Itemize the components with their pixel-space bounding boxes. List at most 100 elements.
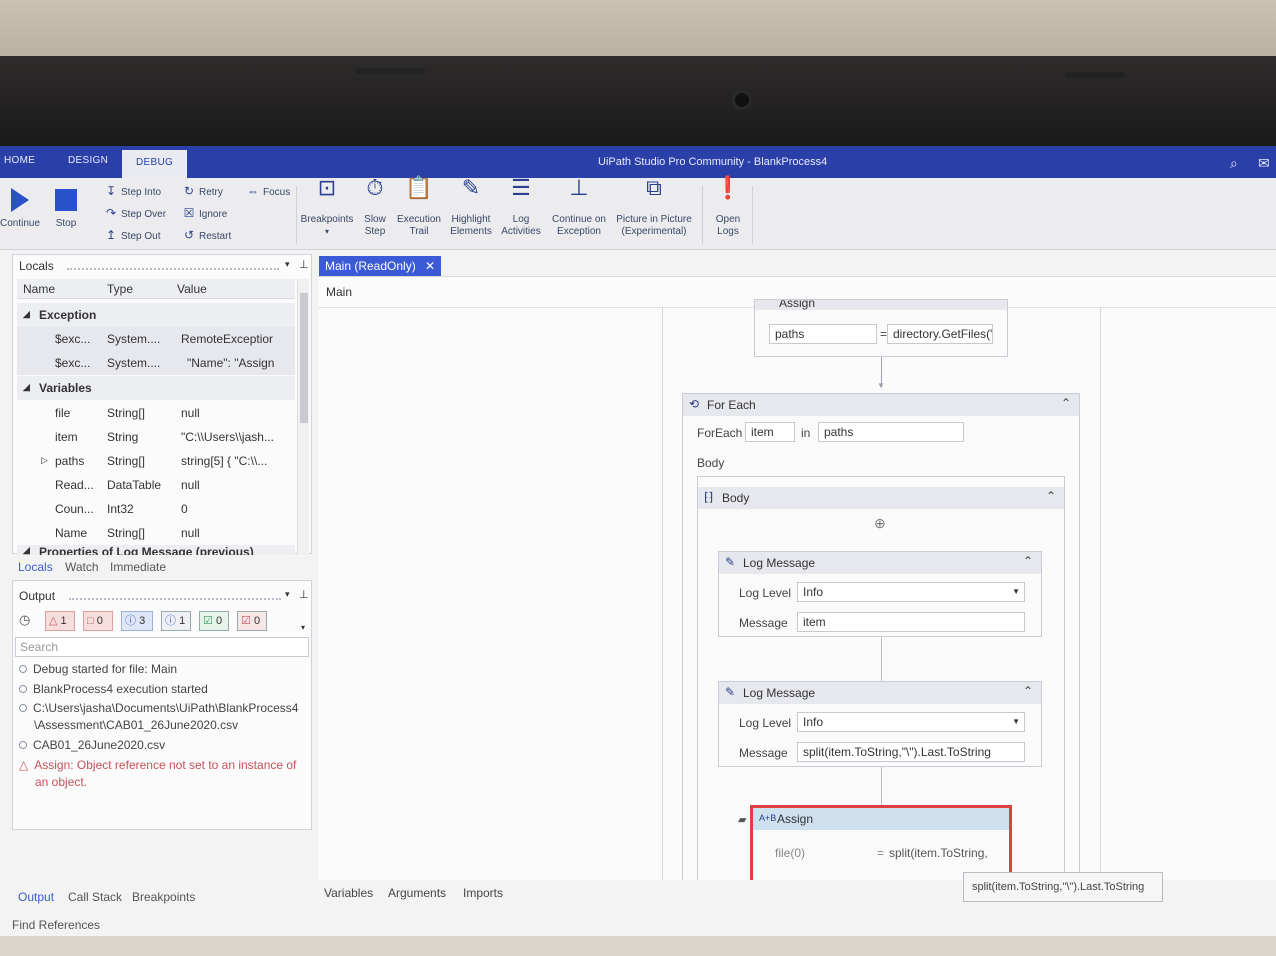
breakpoints-button[interactable]: ⊡ Breakpoints ▾ — [298, 175, 356, 238]
breadcrumb[interactable]: Main — [326, 285, 352, 299]
output-line[interactable]: BlankProcess4 execution started — [19, 681, 208, 698]
var-name: $exc... — [55, 356, 91, 370]
output-line[interactable]: CAB01_26June2020.csv — [19, 737, 165, 754]
continue-on-exception-button[interactable]: ⊥ Continue on Exception — [548, 177, 610, 238]
tab-main-readonly[interactable]: Main (ReadOnly) ✕ — [319, 256, 442, 276]
message-field[interactable]: split(item.ToString,"\").Last.ToString — [797, 742, 1025, 762]
assign-value-field[interactable]: directory.GetFiles(" — [887, 324, 993, 344]
log-activities-button[interactable]: ☰ Log Activities — [498, 177, 544, 238]
play-icon — [11, 188, 29, 212]
group-exception[interactable]: ◢ Exception — [17, 303, 295, 327]
column-type[interactable]: Type — [107, 282, 133, 296]
filter-failed[interactable]: ☑ 0 — [237, 611, 267, 631]
expand-icon[interactable]: ▷ — [41, 455, 48, 466]
assign-to-field[interactable]: paths — [769, 324, 877, 344]
body-sequence[interactable]: ⁅⁆ Body ⌃ ⊕ ✎ Log Message ⌃ Log Level In… — [697, 476, 1065, 880]
pin-icon[interactable]: ⊥ — [299, 588, 309, 601]
assign-value-field[interactable]: split(item.ToString, — [889, 846, 988, 860]
collapse-icon[interactable]: ◢ — [23, 382, 30, 393]
assign-activity[interactable]: Assign paths = directory.GetFiles(" — [754, 299, 1008, 357]
tab-home[interactable]: HOME — [4, 155, 35, 166]
tab-breakpoints[interactable]: Breakpoints — [132, 890, 195, 904]
filter-info[interactable]: ⓘ 3 — [121, 611, 153, 631]
filter-success[interactable]: ☑ 0 — [199, 611, 229, 631]
output-error-line[interactable]: △ Assign: Object reference not set to an … — [19, 757, 296, 791]
group-variables[interactable]: ◢ Variables — [17, 376, 295, 400]
log-level-dropdown[interactable]: Info ▼ — [797, 712, 1025, 732]
filter-count: 0 — [96, 615, 103, 627]
execution-trail-button[interactable]: 📋 Execution Trail — [394, 177, 444, 238]
ignore-button[interactable]: ☒ Ignore — [182, 206, 228, 220]
collapse-icon[interactable]: ⌃ — [1023, 554, 1033, 568]
step-over-button[interactable]: ↷ Step Over — [104, 206, 166, 220]
filter-errors[interactable]: △ 1 — [45, 611, 75, 631]
message-field[interactable]: item — [797, 612, 1025, 632]
table-row[interactable]: item String "C:\\Users\\jash... — [17, 425, 295, 449]
group-label: Exception — [39, 308, 97, 322]
tab-arguments[interactable]: Arguments — [388, 886, 446, 900]
find-references-tab[interactable]: Find References — [12, 918, 100, 932]
log-level-dropdown[interactable]: Info ▼ — [797, 582, 1025, 602]
tab-imports[interactable]: Imports — [463, 886, 503, 900]
locals-scrollbar[interactable] — [297, 279, 309, 555]
feedback-icon[interactable]: ✉ — [1258, 155, 1270, 172]
tab-locals[interactable]: Locals — [18, 560, 53, 574]
stop-button[interactable]: Stop — [48, 186, 84, 230]
assign-activity-error[interactable]: A+B Assign file(0) = split(item.ToString… — [753, 808, 1009, 880]
search-input[interactable]: Search — [15, 637, 309, 657]
step-into-button[interactable]: ↧ Step Into — [104, 184, 161, 198]
filter-trace[interactable]: ⓘ 1 — [161, 611, 191, 631]
restart-button[interactable]: ↺ Restart — [182, 228, 231, 242]
foreach-collection-field[interactable]: paths — [818, 422, 964, 442]
scroll-thumb[interactable] — [300, 293, 308, 423]
table-row[interactable]: $exc... System.... RemoteExceptior — [17, 327, 295, 351]
add-activity-icon[interactable]: ⊕ — [874, 515, 886, 532]
output-line[interactable]: Debug started for file: Main — [19, 661, 177, 678]
collapse-icon[interactable]: ◢ — [23, 545, 30, 555]
highlight-elements-button[interactable]: ✎ Highlight Elements — [446, 177, 496, 238]
table-row[interactable]: Read... DataTable null — [17, 473, 295, 497]
retry-button[interactable]: ↻ Retry — [182, 184, 223, 198]
log-message-activity[interactable]: ✎ Log Message ⌃ Log Level Info ▼ Message … — [718, 681, 1042, 767]
tab-watch[interactable]: Watch — [65, 560, 99, 574]
table-row[interactable]: ▷ paths String[] string[5] { "C:\\... — [17, 449, 295, 473]
filter-critical[interactable]: □ 0 — [83, 611, 113, 631]
close-icon[interactable]: ✕ — [425, 259, 435, 273]
slow-step-button[interactable]: ⏱ Slow Step — [358, 177, 392, 238]
tab-debug[interactable]: DEBUG — [122, 150, 188, 178]
collapse-icon[interactable]: ◢ — [23, 309, 30, 320]
tab-design[interactable]: DESIGN — [68, 155, 108, 166]
continue-button[interactable]: Continue — [0, 186, 40, 230]
collapse-icon[interactable]: ⌃ — [1061, 396, 1071, 410]
assign-to-field[interactable]: file(0) — [775, 846, 805, 860]
chevron-down-icon[interactable]: ▾ — [285, 259, 290, 270]
foreach-item-field[interactable]: item — [745, 422, 795, 442]
step-out-icon: ↥ — [105, 228, 117, 242]
collapse-icon[interactable]: ⌃ — [1046, 489, 1056, 503]
collapse-icon[interactable]: ⌃ — [1023, 684, 1033, 698]
column-value[interactable]: Value — [177, 282, 207, 296]
tab-output[interactable]: Output — [18, 890, 54, 904]
table-row[interactable]: Coun... Int32 0 — [17, 497, 295, 521]
step-out-button[interactable]: ↥ Step Out — [104, 228, 161, 242]
clock-icon[interactable]: ◷ — [19, 612, 30, 628]
breakpoint-icon: ⊡ — [317, 175, 337, 200]
column-name[interactable]: Name — [23, 282, 55, 296]
picture-in-picture-button[interactable]: ⧉ Picture in Picture (Experimental) — [612, 177, 696, 238]
tab-variables[interactable]: Variables — [324, 886, 373, 900]
chevron-down-icon[interactable]: ▾ — [301, 623, 305, 632]
search-icon[interactable]: ⌕ — [1230, 155, 1238, 172]
open-logs-button[interactable]: ❗ Open Logs — [708, 177, 748, 238]
table-row[interactable]: file String[] null — [17, 401, 295, 425]
log-message-activity[interactable]: ✎ Log Message ⌃ Log Level Info ▼ Message … — [718, 551, 1042, 637]
table-row[interactable]: $exc... System.... "Name": "Assign — [17, 351, 295, 375]
chevron-down-icon[interactable]: ▾ — [285, 589, 290, 600]
tab-immediate[interactable]: Immediate — [110, 560, 166, 574]
focus-button[interactable]: ⇔ Focus — [246, 184, 290, 198]
for-each-activity[interactable]: ⟲ For Each ⌃ ForEach item in paths Body … — [682, 393, 1080, 880]
tab-call-stack[interactable]: Call Stack — [68, 890, 122, 904]
output-line[interactable]: C:\Users\jasha\Documents\UiPath\BlankPro… — [19, 700, 298, 734]
table-row[interactable]: Name String[] null — [17, 521, 295, 545]
group-properties[interactable]: ◢ Properties of Log Message (previous) — [17, 545, 295, 555]
pin-icon[interactable]: ⊥ — [299, 258, 309, 271]
